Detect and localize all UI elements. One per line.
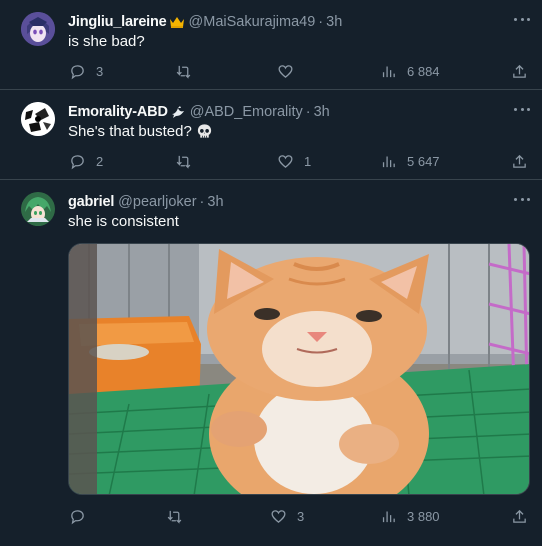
more-options-icon[interactable] bbox=[514, 14, 530, 24]
views-button[interactable]: 3 880 bbox=[380, 506, 440, 526]
like-button[interactable] bbox=[277, 61, 294, 81]
views-button[interactable]: 6 884 bbox=[380, 61, 440, 81]
views-count: 3 880 bbox=[407, 508, 440, 524]
tweet-text: is she bad? bbox=[68, 33, 145, 50]
retweet-button[interactable] bbox=[175, 61, 192, 81]
like-button[interactable]: 3 bbox=[270, 506, 304, 526]
author-name[interactable]: gabriel bbox=[68, 194, 114, 210]
reply-button[interactable]: 2 bbox=[69, 151, 103, 171]
timestamp[interactable]: 3h bbox=[314, 104, 330, 120]
author-name[interactable]: Emorality-ABD bbox=[68, 104, 168, 120]
tweet-text: She's that busted? bbox=[68, 123, 192, 140]
reply-button[interactable] bbox=[69, 506, 86, 526]
avatar[interactable] bbox=[21, 192, 55, 226]
tweet-text: she is consistent bbox=[68, 213, 179, 230]
like-count: 1 bbox=[304, 153, 312, 169]
retweet-icon bbox=[167, 510, 182, 524]
like-count: 3 bbox=[297, 508, 305, 524]
share-button[interactable] bbox=[511, 151, 528, 171]
skull-icon bbox=[196, 123, 213, 140]
tweet-actions: 3 6 884 bbox=[0, 61, 542, 81]
timestamp[interactable]: 3h bbox=[326, 14, 342, 30]
heart-icon bbox=[271, 509, 286, 523]
author-name[interactable]: Jingliu_lareine bbox=[68, 14, 167, 30]
views-count: 6 884 bbox=[407, 63, 440, 79]
timestamp[interactable]: 3h bbox=[207, 194, 223, 210]
reply-icon bbox=[71, 509, 84, 524]
tweet[interactable]: gabriel @pearljoker · 3h she is consiste… bbox=[0, 180, 542, 546]
heart-icon bbox=[278, 154, 293, 168]
views-icon bbox=[382, 66, 395, 77]
author-handle[interactable]: @pearljoker bbox=[118, 194, 196, 210]
more-options-icon[interactable] bbox=[514, 194, 530, 204]
views-button[interactable]: 5 647 bbox=[380, 151, 440, 171]
reply-count: 3 bbox=[96, 63, 104, 79]
more-options-icon[interactable] bbox=[514, 104, 530, 114]
separator: · bbox=[305, 104, 311, 120]
tweet[interactable]: Emorality-ABD @ABD_Emorality · 3h She's … bbox=[0, 90, 542, 180]
views-icon bbox=[382, 511, 395, 522]
share-icon bbox=[513, 64, 526, 78]
separator: · bbox=[318, 14, 324, 30]
kitten-photo[interactable] bbox=[68, 243, 530, 495]
retweet-icon bbox=[176, 65, 191, 79]
reply-icon bbox=[71, 154, 84, 169]
retweet-icon bbox=[176, 155, 191, 169]
share-icon bbox=[513, 509, 526, 523]
author-handle[interactable]: @ABD_Emorality bbox=[190, 104, 303, 120]
share-button[interactable] bbox=[511, 506, 528, 526]
like-button[interactable]: 1 bbox=[277, 151, 311, 171]
avatar[interactable] bbox=[21, 102, 55, 136]
share-icon bbox=[513, 154, 526, 168]
reply-icon bbox=[71, 64, 84, 79]
dove-icon bbox=[170, 105, 186, 119]
views-icon bbox=[382, 156, 395, 167]
avatar[interactable] bbox=[21, 12, 55, 46]
retweet-button[interactable] bbox=[166, 506, 183, 526]
separator: · bbox=[199, 194, 205, 210]
author-handle[interactable]: @MaiSakurajima49 bbox=[189, 14, 316, 30]
retweet-button[interactable] bbox=[175, 151, 192, 171]
tweet[interactable]: Jingliu_lareine @MaiSakurajima49 · 3h is… bbox=[0, 0, 542, 90]
tweet-actions: 2 1 5 647 bbox=[0, 151, 542, 171]
heart-icon bbox=[278, 64, 293, 78]
share-button[interactable] bbox=[511, 61, 528, 81]
reply-button[interactable]: 3 bbox=[69, 61, 103, 81]
tweet-actions: 3 3 880 bbox=[0, 506, 542, 526]
views-count: 5 647 bbox=[407, 153, 440, 169]
crown-icon bbox=[169, 15, 185, 29]
reply-count: 2 bbox=[96, 153, 104, 169]
